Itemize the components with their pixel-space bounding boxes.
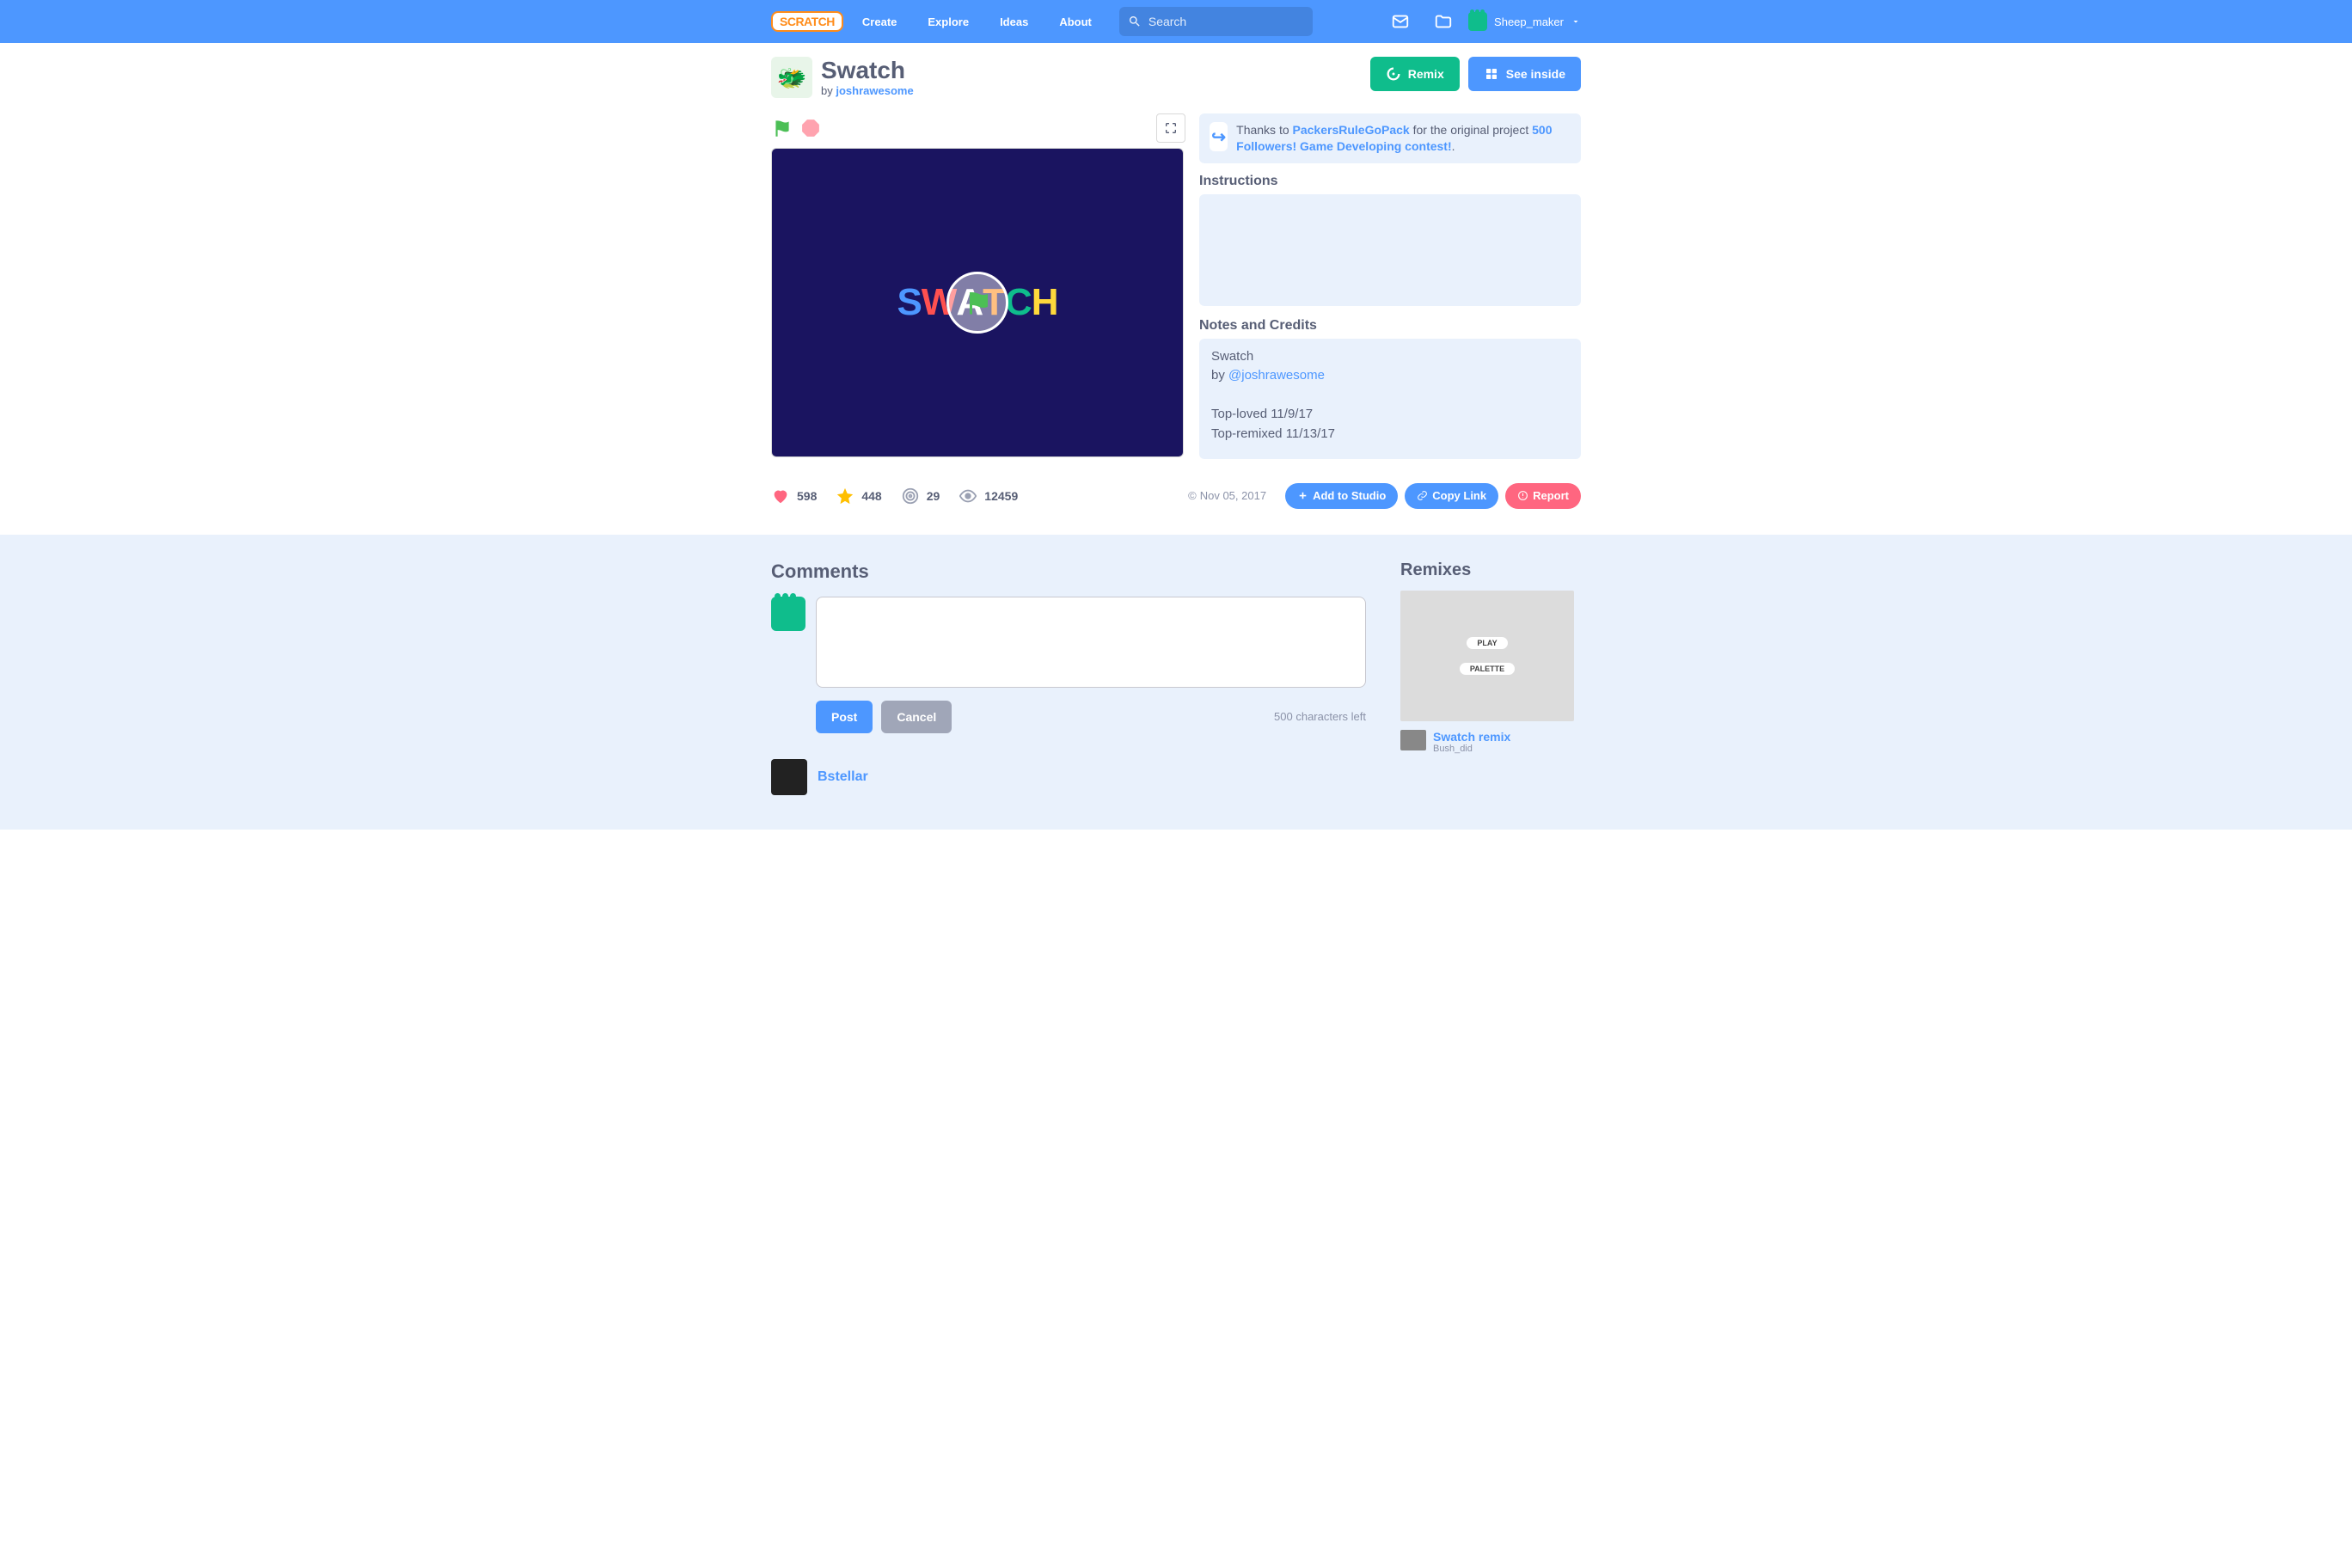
top-nav: SCRATCH Create Explore Ideas About Sheep…: [0, 0, 2352, 43]
comment-input[interactable]: [816, 597, 1366, 688]
spiral-icon: [901, 487, 920, 505]
instructions-box: [1199, 194, 1581, 306]
remix-item-thumb: [1400, 730, 1426, 750]
post-button[interactable]: Post: [816, 701, 873, 733]
nav-ideas[interactable]: Ideas: [988, 15, 1040, 28]
eye-icon: [959, 487, 977, 505]
play-flag-icon: [962, 287, 993, 318]
char-counter: 500 characters left: [1274, 710, 1366, 723]
loves-stat[interactable]: 598: [771, 487, 817, 505]
remix-button[interactable]: Remix: [1370, 57, 1460, 91]
commenter-avatar[interactable]: [771, 759, 807, 795]
add-to-studio-button[interactable]: Add to Studio: [1285, 483, 1398, 509]
author-avatar[interactable]: 🐲: [771, 57, 812, 98]
project-header: 🐲 Swatch by joshrawesome Remix See insid…: [771, 57, 1581, 98]
rc-prefix: Thanks to: [1236, 123, 1292, 137]
rc-mid: for the original project: [1410, 123, 1532, 137]
remix-credit-user[interactable]: PackersRuleGoPack: [1293, 123, 1410, 137]
heart-icon: [771, 487, 790, 505]
instructions-title: Instructions: [1199, 174, 1581, 189]
fullscreen-button[interactable]: [1156, 113, 1185, 143]
remix-thumb-tag-2: PALETTE: [1460, 663, 1515, 675]
loves-count: 598: [797, 489, 817, 503]
notes-line3: Top-loved 11/9/17: [1211, 405, 1569, 425]
username-label: Sheep_maker: [1494, 15, 1564, 28]
favorites-stat[interactable]: 448: [836, 487, 881, 505]
remix-label: Remix: [1408, 67, 1444, 81]
plus-icon: [1297, 490, 1308, 501]
search-icon: [1128, 15, 1142, 28]
remix-count: 29: [927, 489, 940, 503]
views-stat: 12459: [959, 487, 1018, 505]
comment-item: Bstellar: [771, 759, 1366, 795]
user-avatar-icon: [1468, 12, 1487, 31]
remix-credit-box: ↪ Thanks to PackersRuleGoPack for the or…: [1199, 113, 1581, 163]
remix-icon: [1386, 66, 1401, 82]
cancel-button[interactable]: Cancel: [881, 701, 952, 733]
rc-suffix: .: [1452, 139, 1455, 153]
remix-item-author: Bush_did: [1433, 744, 1510, 754]
copy-link-button[interactable]: Copy Link: [1405, 483, 1498, 509]
notes-line1: Swatch: [1211, 347, 1569, 367]
nav-create[interactable]: Create: [850, 15, 909, 28]
nav-about[interactable]: About: [1047, 15, 1104, 28]
favorites-count: 448: [861, 489, 881, 503]
remix-thumbnail[interactable]: PLAY PALETTE: [1400, 591, 1574, 721]
see-inside-button[interactable]: See inside: [1468, 57, 1581, 91]
copy-link-label: Copy Link: [1432, 489, 1486, 502]
remix-list-item[interactable]: Swatch remix Bush_did: [1400, 730, 1581, 754]
remixes-stat: 29: [901, 487, 940, 505]
notes-by: by: [1211, 368, 1228, 383]
search-input[interactable]: [1148, 15, 1304, 28]
notes-line4: Top-remixed 11/13/17: [1211, 425, 1569, 444]
see-inside-label: See inside: [1506, 67, 1565, 81]
remix-item-title[interactable]: Swatch remix: [1433, 730, 1510, 744]
green-flag-button[interactable]: [771, 117, 793, 139]
by-label: by: [821, 84, 833, 97]
report-button[interactable]: Report: [1505, 483, 1581, 509]
author-link[interactable]: joshrawesome: [836, 84, 913, 97]
fullscreen-icon: [1164, 121, 1178, 135]
remix-thumb-tag-1: PLAY: [1467, 637, 1507, 649]
notes-box[interactable]: Swatch by @joshrawesome Top-loved 11/9/1…: [1199, 339, 1581, 459]
report-icon: [1517, 490, 1528, 501]
see-inside-icon: [1484, 66, 1499, 82]
chevron-down-icon: [1571, 16, 1581, 27]
current-user-avatar: [771, 597, 805, 631]
remixes-title: Remixes: [1400, 560, 1581, 580]
search-box[interactable]: [1119, 7, 1313, 36]
notes-title: Notes and Credits: [1199, 318, 1581, 334]
comments-title: Comments: [771, 560, 1366, 583]
report-label: Report: [1533, 489, 1569, 502]
project-title: Swatch: [821, 57, 914, 84]
add-studio-label: Add to Studio: [1313, 489, 1386, 502]
scratch-logo[interactable]: SCRATCH: [771, 11, 843, 32]
star-icon: [836, 487, 854, 505]
nav-explore[interactable]: Explore: [916, 15, 981, 28]
notes-author-link[interactable]: @joshrawesome: [1228, 368, 1325, 383]
views-count: 12459: [984, 489, 1018, 503]
commenter-username[interactable]: Bstellar: [818, 769, 868, 785]
remix-credit-icon: ↪: [1210, 122, 1228, 151]
play-button[interactable]: [946, 272, 1008, 334]
stop-button[interactable]: [799, 116, 823, 140]
mystuff-icon[interactable]: [1430, 9, 1456, 34]
messages-icon[interactable]: [1387, 9, 1413, 34]
user-menu[interactable]: Sheep_maker: [1468, 12, 1581, 31]
share-date: © Nov 05, 2017: [1188, 489, 1266, 502]
project-stage: SWATCH: [771, 148, 1184, 457]
link-icon: [1417, 490, 1428, 501]
